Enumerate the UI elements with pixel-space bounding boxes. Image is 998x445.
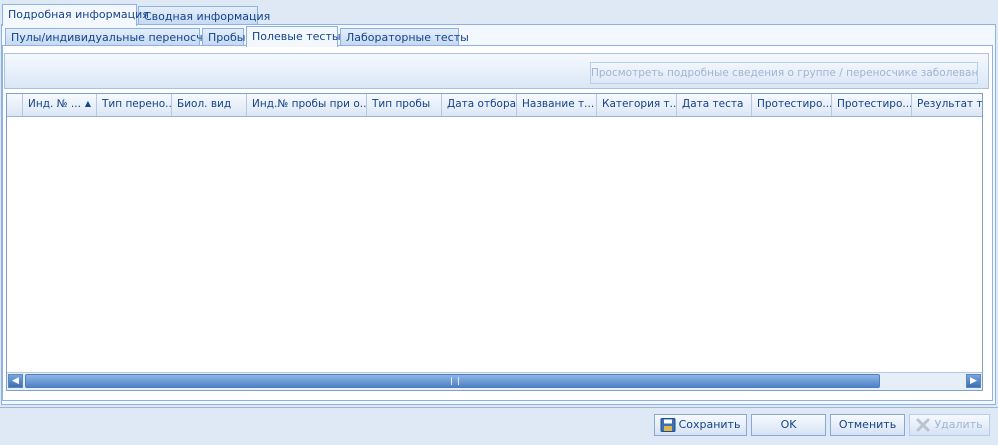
- tab-lab-tests[interactable]: Лабораторные тесты: [340, 28, 469, 46]
- column-header-label: Инд. № ...: [28, 98, 81, 110]
- scrollbar-thumb[interactable]: [25, 374, 880, 388]
- column-header[interactable]: Категория т...: [597, 94, 677, 116]
- view-details-button[interactable]: Просмотреть подробные сведения о группе …: [590, 62, 978, 84]
- column-header[interactable]: Инд. № ... ▲: [23, 94, 97, 116]
- sort-ascending-icon: ▲: [84, 99, 91, 108]
- delete-button-label: Удалить: [934, 418, 983, 431]
- column-header[interactable]: Результат т...: [912, 94, 982, 116]
- horizontal-scrollbar[interactable]: ◀ ▶: [7, 372, 982, 390]
- field-tests-grid: Инд. № ... ▲ Тип перено... Биол. вид Инд…: [6, 93, 983, 391]
- grip-icon: [451, 377, 459, 385]
- footer-divider: [0, 407, 998, 408]
- delete-x-icon: [916, 418, 930, 432]
- column-header[interactable]: Биол. вид: [172, 94, 247, 116]
- column-header[interactable]: Тип перено...: [97, 94, 172, 116]
- grid-toolbar: Просмотреть подробные сведения о группе …: [4, 53, 989, 89]
- delete-button[interactable]: Удалить: [909, 414, 990, 436]
- tab-pools-vectors[interactable]: Пулы/индивидуальные переносчики: [5, 28, 224, 46]
- column-header[interactable]: Дата отбора: [442, 94, 517, 116]
- chevron-right-icon[interactable]: ▶: [966, 374, 981, 388]
- chevron-left-icon[interactable]: ◀: [8, 374, 23, 388]
- cancel-button[interactable]: Отменить: [830, 414, 905, 436]
- column-header[interactable]: Протестиро...: [752, 94, 832, 116]
- column-header[interactable]: Протестиро...: [832, 94, 912, 116]
- column-header[interactable]: Дата теста: [677, 94, 752, 116]
- ok-button[interactable]: OK: [751, 414, 826, 436]
- row-selector-header: [7, 94, 23, 116]
- grid-header: Инд. № ... ▲ Тип перено... Биол. вид Инд…: [7, 94, 982, 117]
- tab-field-tests[interactable]: Полевые тесты: [246, 26, 341, 47]
- tab-detailed-info[interactable]: Подробная информация: [2, 4, 149, 26]
- tab-summary-info[interactable]: Сводная информация: [138, 6, 270, 26]
- save-button-label: Сохранить: [678, 418, 741, 431]
- column-header[interactable]: Инд.№ пробы при о...: [247, 94, 367, 116]
- column-header[interactable]: Тип пробы: [367, 94, 442, 116]
- column-header[interactable]: Название т...: [517, 94, 597, 116]
- floppy-disk-icon: [660, 418, 676, 432]
- save-button[interactable]: Сохранить: [654, 414, 747, 436]
- tab-samples[interactable]: Пробы: [202, 28, 245, 46]
